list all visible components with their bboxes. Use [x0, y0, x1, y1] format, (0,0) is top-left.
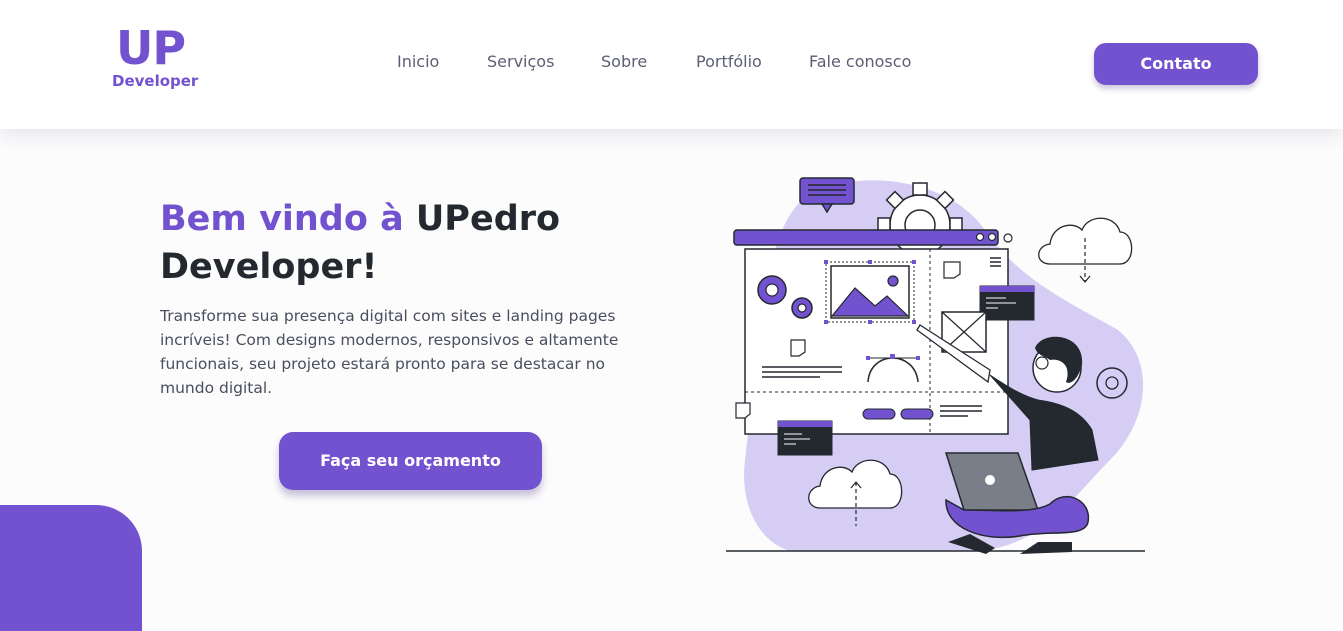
hero-title: Bem vindo à UPedro Developer! [160, 195, 680, 291]
nav-link-sobre[interactable]: Sobre [601, 52, 647, 74]
hero-title-accent: Bem vindo à [160, 199, 404, 239]
hero-description: Transforme sua presença digital com site… [160, 307, 619, 397]
logo-mark: UP [116, 21, 186, 75]
nav-link-fale-conosco[interactable]: Fale conosco [809, 52, 911, 74]
logo[interactable]: UP Developer [112, 22, 202, 94]
nav-link-inicio[interactable]: Inicio [397, 52, 439, 74]
decorative-corner-shape [0, 505, 142, 631]
site-header: UP Developer Inicio Serviços Sobre Portf… [0, 0, 1343, 129]
nav-link-portfolio[interactable]: Portfólio [696, 52, 762, 74]
nav-link-servicos[interactable]: Serviços [487, 52, 554, 74]
logo-wordmark: Developer [112, 72, 199, 90]
developer-illustration [726, 177, 1145, 554]
quote-button[interactable]: Faça seu orçamento [279, 432, 542, 490]
contact-button[interactable]: Contato [1094, 43, 1258, 85]
